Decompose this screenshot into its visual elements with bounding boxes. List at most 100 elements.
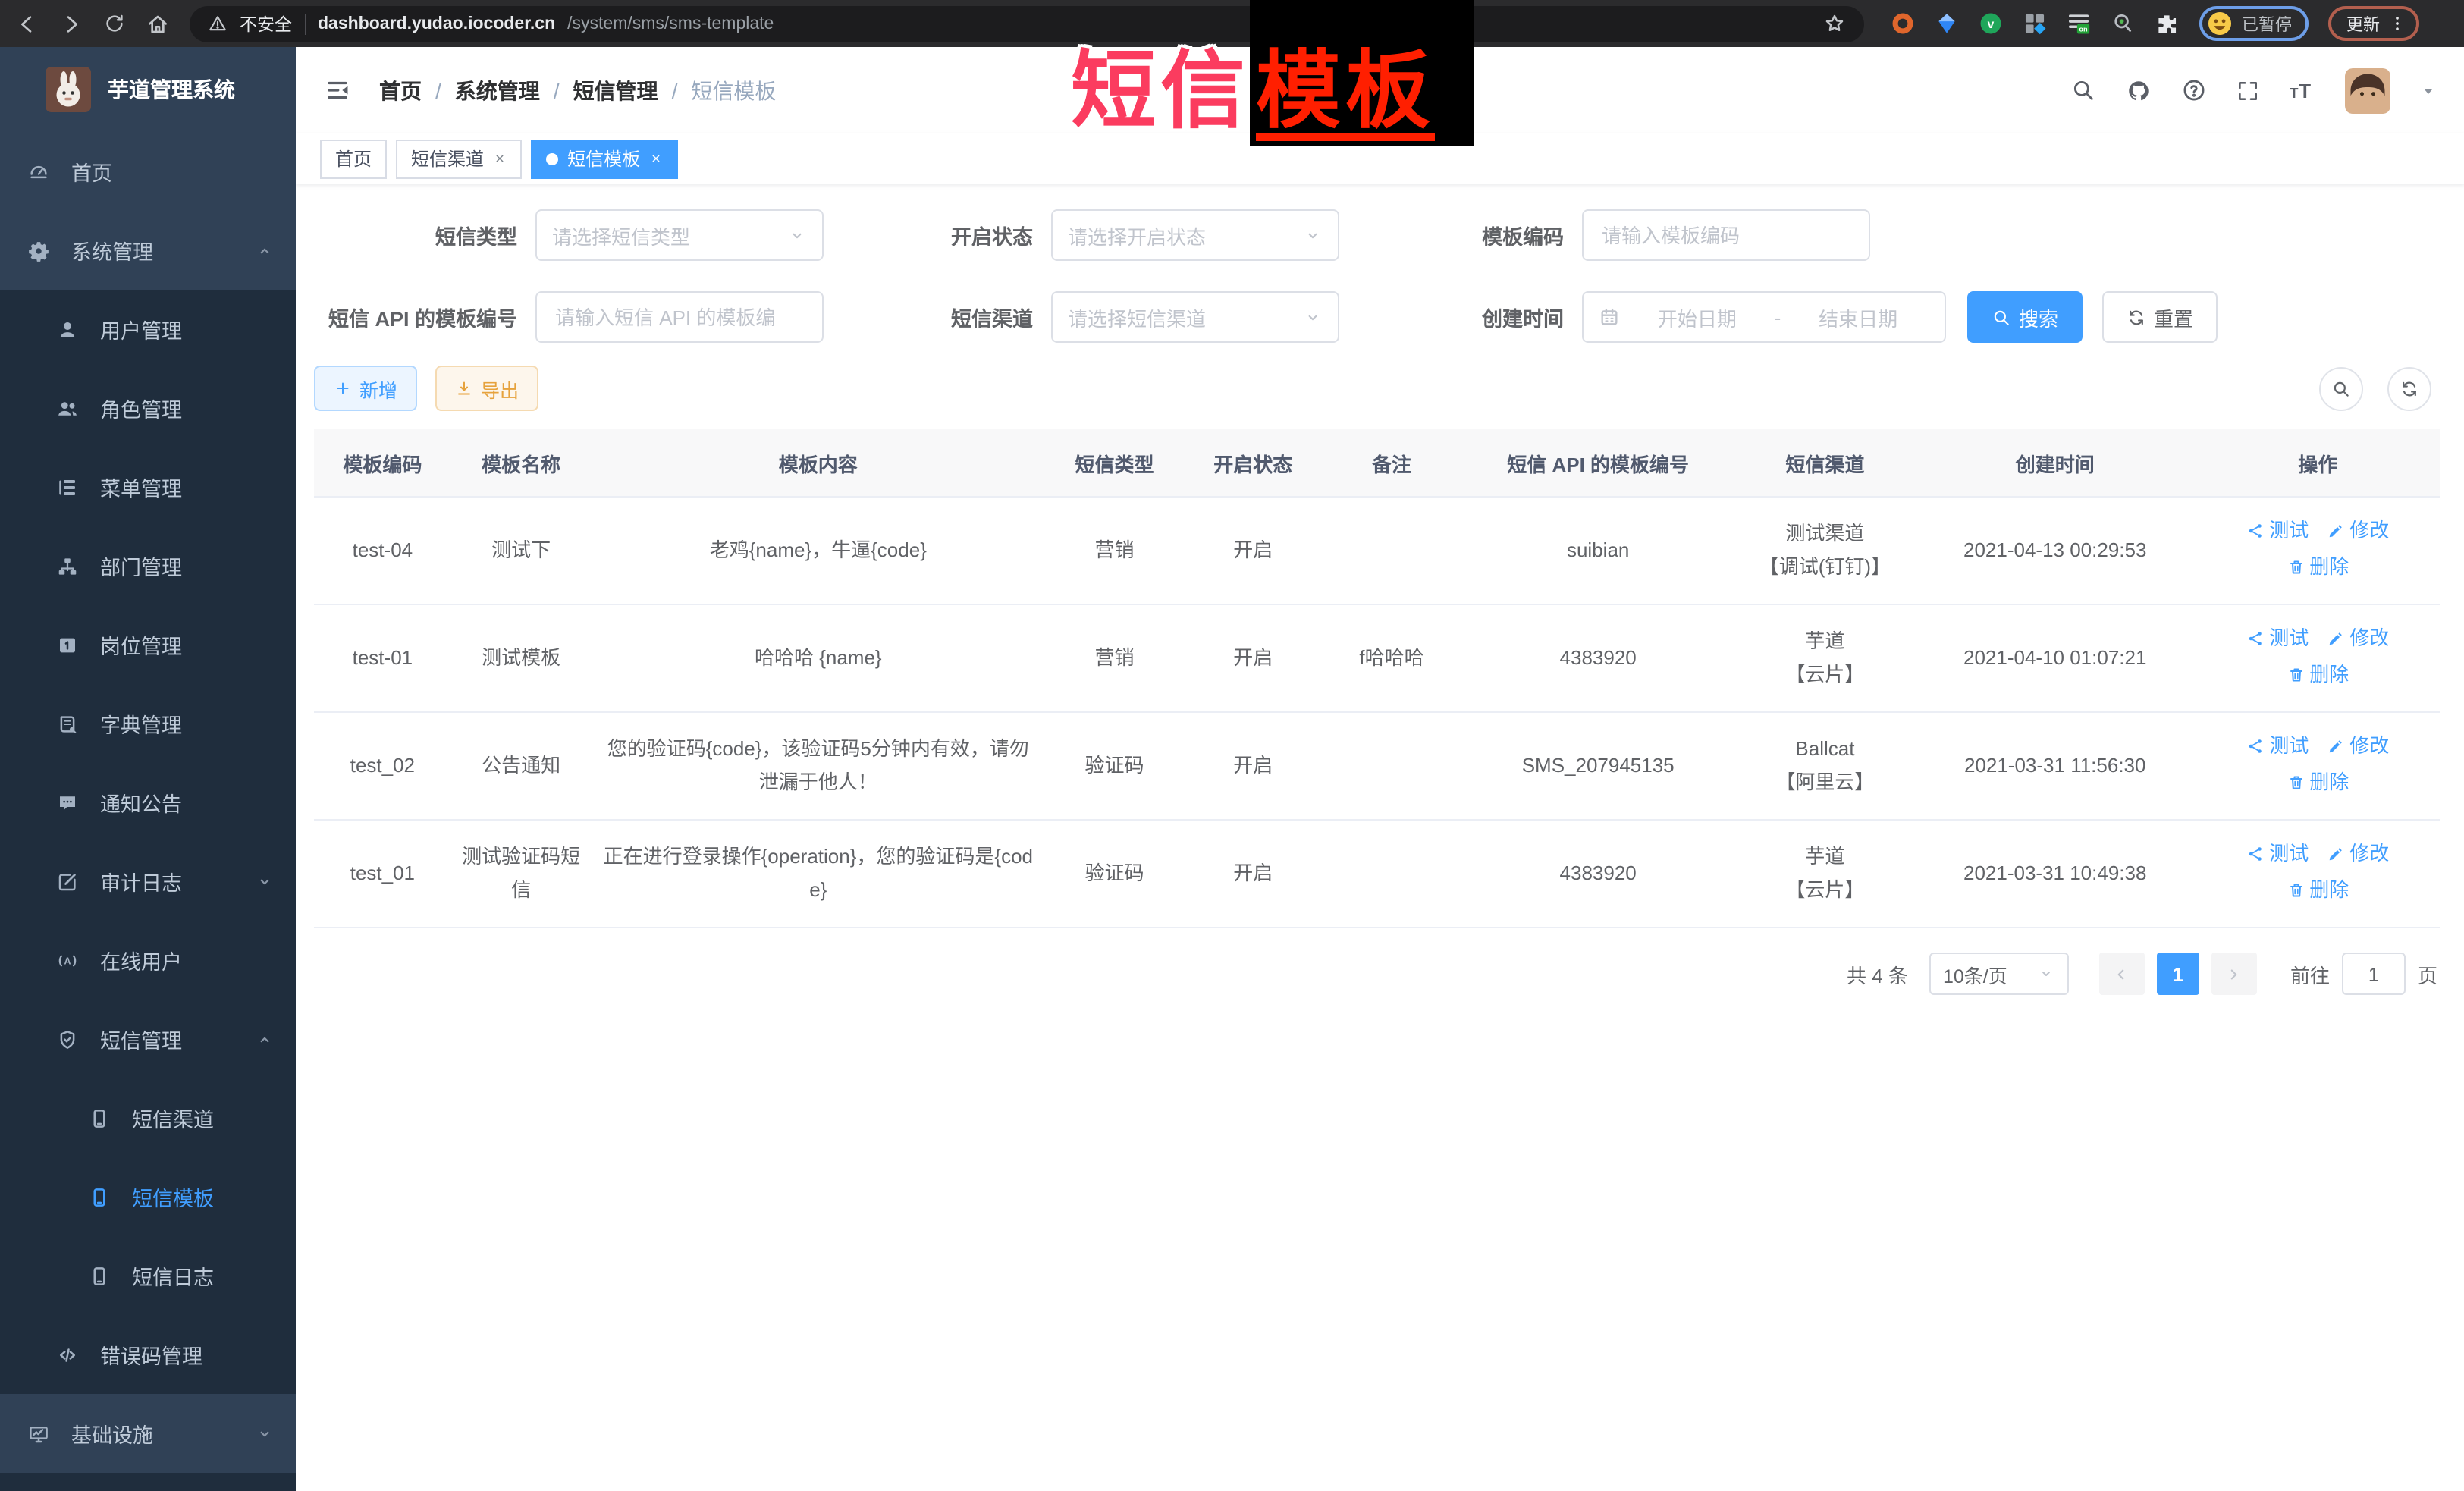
refresh-table-button[interactable] bbox=[2387, 366, 2431, 410]
action-delete-link[interactable]: 删除 bbox=[2287, 551, 2349, 584]
cell-content: 老鸡{name}，牛逼{code} bbox=[592, 497, 1046, 604]
font-size-icon[interactable]: TT bbox=[2289, 77, 2316, 104]
forward-icon[interactable] bbox=[59, 11, 83, 36]
enable-status-select[interactable]: 请选择开启状态 bbox=[1051, 209, 1339, 261]
select-placeholder: 请选择短信类型 bbox=[552, 221, 690, 250]
sidebar-item-sms-management[interactable]: 短信管理 bbox=[0, 1000, 296, 1078]
current-page-button[interactable]: 1 bbox=[2157, 953, 2199, 995]
add-button[interactable]: 新增 bbox=[314, 366, 417, 411]
browser-menu-icon[interactable] bbox=[2387, 14, 2407, 33]
cell-content: 哈哈哈 {name} bbox=[592, 604, 1046, 712]
action-modify-link[interactable]: 修改 bbox=[2327, 730, 2389, 763]
sms-channel-select[interactable]: 请选择短信渠道 bbox=[1051, 291, 1339, 343]
create-time-daterange[interactable]: 开始日期-结束日期 bbox=[1582, 291, 1946, 343]
gem-extension-icon[interactable] bbox=[1934, 11, 1960, 36]
action-delete-link[interactable]: 删除 bbox=[2287, 766, 2349, 799]
sidebar-item-home[interactable]: 首页 bbox=[0, 132, 296, 211]
profile-paused-pill[interactable]: 已暂停 bbox=[2199, 6, 2309, 41]
sidebar-item-menu-management[interactable]: 菜单管理 bbox=[0, 447, 296, 526]
sidebar-item-label: 角色管理 bbox=[100, 393, 182, 423]
goto-page-input[interactable] bbox=[2342, 953, 2406, 995]
sidebar-item-sms-log[interactable]: 短信日志 bbox=[0, 1236, 296, 1315]
action-modify-link[interactable]: 修改 bbox=[2327, 514, 2389, 548]
action-test-link[interactable]: 测试 bbox=[2246, 514, 2309, 548]
loupe-extension-icon[interactable] bbox=[2110, 11, 2136, 36]
breadcrumb-item[interactable]: 系统管理 bbox=[455, 75, 540, 105]
tab-home[interactable]: 首页 bbox=[320, 139, 387, 178]
sidebar-item-post-management[interactable]: 岗位管理 bbox=[0, 605, 296, 684]
sidebar-item-user-management[interactable]: 用户管理 bbox=[0, 290, 296, 369]
puzzle-extension-icon[interactable] bbox=[2154, 11, 2180, 36]
cell-code: test-04 bbox=[314, 497, 451, 604]
svg-text:T: T bbox=[2290, 85, 2299, 100]
sms-type-select[interactable]: 请选择短信类型 bbox=[535, 209, 824, 261]
api-template-id-input[interactable] bbox=[535, 291, 824, 343]
home-icon[interactable] bbox=[146, 11, 170, 36]
column-header: 短信 API 的模板编号 bbox=[1461, 429, 1735, 497]
fullscreen-icon[interactable] bbox=[2236, 78, 2260, 102]
action-label: 修改 bbox=[2349, 730, 2389, 763]
tab-sms-channel[interactable]: 短信渠道 bbox=[396, 139, 522, 178]
action-test-link[interactable]: 测试 bbox=[2246, 622, 2309, 655]
breadcrumb-item[interactable]: 短信管理 bbox=[573, 75, 658, 105]
action-test-link[interactable]: 测试 bbox=[2246, 730, 2309, 763]
template-code-input-field[interactable] bbox=[1599, 222, 1853, 248]
select-placeholder: 请选择开启状态 bbox=[1068, 221, 1206, 250]
reload-icon[interactable] bbox=[103, 12, 126, 35]
sidebar-item-sms-channel[interactable]: 短信渠道 bbox=[0, 1078, 296, 1157]
close-icon[interactable] bbox=[649, 152, 663, 165]
api-template-id-input-field[interactable] bbox=[552, 304, 807, 330]
sms-template-table: 模板编码模板名称模板内容短信类型开启状态备注短信 API 的模板编号短信渠道创建… bbox=[314, 429, 2440, 928]
breadcrumb-item[interactable]: 首页 bbox=[379, 75, 422, 105]
next-page-button[interactable] bbox=[2211, 953, 2257, 995]
action-delete-link[interactable]: 删除 bbox=[2287, 874, 2349, 907]
book-icon bbox=[56, 712, 79, 735]
sidebar-item-infrastructure[interactable]: 基础设施 bbox=[0, 1394, 296, 1473]
cell-name: 测试验证码短信 bbox=[451, 820, 592, 928]
sidebar-item-system-management[interactable]: 系统管理 bbox=[0, 211, 296, 290]
action-test-link[interactable]: 测试 bbox=[2246, 837, 2309, 871]
export-button[interactable]: 导出 bbox=[435, 366, 538, 411]
table-toolbar: 新增 导出 bbox=[314, 366, 2440, 411]
update-button[interactable]: 更新 bbox=[2328, 6, 2419, 41]
user-avatar[interactable] bbox=[2345, 67, 2390, 113]
help-icon[interactable] bbox=[2181, 77, 2207, 103]
cell-type: 营销 bbox=[1045, 497, 1184, 604]
back-icon[interactable] bbox=[15, 11, 39, 36]
search-icon[interactable] bbox=[2070, 77, 2096, 103]
menu-tree-icon bbox=[56, 476, 79, 498]
sidebar-item-sms-template[interactable]: 短信模板 bbox=[0, 1157, 296, 1236]
grid-extension-icon[interactable] bbox=[2022, 11, 2048, 36]
search-button[interactable]: 搜索 bbox=[1967, 291, 2083, 343]
reset-button[interactable]: 重置 bbox=[2102, 291, 2218, 343]
sms-channel-label: 短信渠道 bbox=[824, 302, 1051, 332]
template-code-input[interactable] bbox=[1582, 209, 1870, 261]
action-label: 测试 bbox=[2269, 622, 2309, 655]
sidebar-item-error-code-management[interactable]: 错误码管理 bbox=[0, 1315, 296, 1394]
sidebar-item-audit-log[interactable]: 审计日志 bbox=[0, 842, 296, 921]
cell-type: 验证码 bbox=[1045, 820, 1184, 928]
page-size-select[interactable]: 10条/页 bbox=[1929, 953, 2069, 995]
action-delete-link[interactable]: 删除 bbox=[2287, 658, 2349, 692]
action-modify-link[interactable]: 修改 bbox=[2327, 837, 2389, 871]
main-content: 短信类型请选择短信类型开启状态请选择开启状态模板编码短信 API 的模板编号短信… bbox=[296, 184, 2464, 1491]
toggle-search-button[interactable] bbox=[2319, 366, 2363, 410]
collapse-sidebar-icon[interactable] bbox=[323, 76, 352, 105]
sidebar-item-notice-announcement[interactable]: 通知公告 bbox=[0, 763, 296, 842]
ring-extension-icon[interactable] bbox=[1890, 11, 1916, 36]
avatar-caret-down-icon[interactable] bbox=[2419, 81, 2437, 99]
bookmark-star-icon[interactable] bbox=[1823, 12, 1846, 35]
list-on-extension-icon[interactable]: on bbox=[2066, 11, 2092, 36]
create-time-label: 创建时间 bbox=[1339, 302, 1582, 332]
sidebar-item-dict-management[interactable]: 字典管理 bbox=[0, 684, 296, 763]
address-bar[interactable]: 不安全 dashboard.yudao.iocoder.cn/system/sm… bbox=[190, 5, 1864, 42]
prev-page-button[interactable] bbox=[2099, 953, 2145, 995]
action-modify-link[interactable]: 修改 bbox=[2327, 622, 2389, 655]
vbadge-extension-icon[interactable]: v bbox=[1978, 11, 2004, 36]
tab-sms-template[interactable]: 短信模板 bbox=[531, 139, 678, 178]
sidebar-item-online-users[interactable]: A 在线用户 bbox=[0, 921, 296, 1000]
sidebar-item-dept-management[interactable]: 部门管理 bbox=[0, 526, 296, 605]
close-icon[interactable] bbox=[493, 152, 507, 165]
github-icon[interactable] bbox=[2125, 77, 2152, 104]
sidebar-item-role-management[interactable]: 角色管理 bbox=[0, 369, 296, 447]
